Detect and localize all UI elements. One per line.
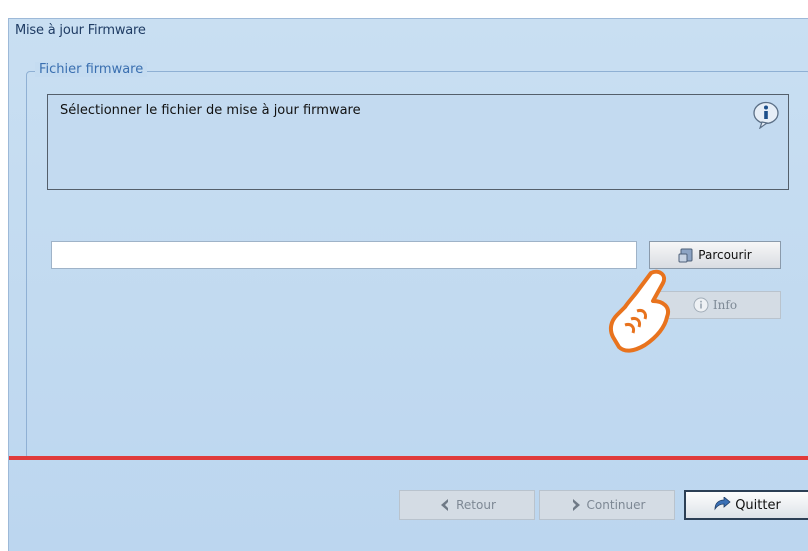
continue-button[interactable]: Continuer: [539, 490, 675, 520]
quit-button[interactable]: Quitter: [684, 490, 808, 520]
info-button-label: Info: [712, 298, 738, 312]
info-circle-icon: [693, 297, 709, 313]
folder-browse-icon: [678, 248, 693, 263]
exit-icon: [714, 497, 731, 511]
separator-line: [9, 456, 808, 460]
info-message: Sélectionner le fichier de mise à jour f…: [60, 103, 361, 118]
back-button-label: Retour: [456, 498, 496, 512]
hand-pointer-icon: [608, 269, 670, 353]
info-panel: Sélectionner le fichier de mise à jour f…: [47, 94, 789, 190]
window-title: Mise à jour Firmware: [15, 23, 146, 38]
back-button[interactable]: Retour: [399, 490, 535, 520]
quit-button-label: Quitter: [735, 497, 781, 513]
info-bubble-icon: [753, 101, 779, 129]
firmware-update-window: Mise à jour Firmware Fichier firmware Sé…: [8, 18, 808, 551]
chevron-right-icon: [572, 499, 580, 511]
continue-button-label: Continuer: [586, 498, 646, 512]
group-legend: Fichier firmware: [35, 62, 148, 77]
firmware-file-path-input[interactable]: [51, 241, 637, 269]
browse-button-label: Parcourir: [698, 248, 752, 262]
chevron-left-icon: [441, 499, 449, 511]
